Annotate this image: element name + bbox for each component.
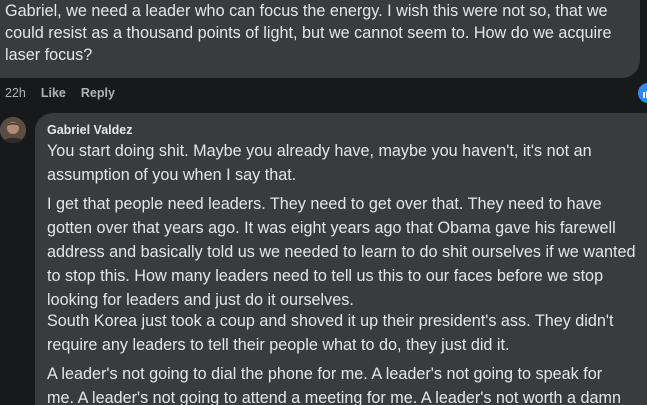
reply-author-name[interactable]: Gabriel Valdez (47, 123, 132, 137)
reply-paragraph: I get that people need leaders. They nee… (47, 195, 636, 309)
reply-paragraph: A leader's not going to dial the phone f… (47, 365, 621, 405)
reply-bubble: Gabriel Valdez You start doing shit. May… (35, 113, 647, 405)
reply-paragraph: South Korea just took a coup and shoved … (47, 312, 614, 354)
comment-actions: 22h Like Reply (5, 85, 130, 101)
avatar[interactable] (0, 117, 26, 143)
like-button[interactable]: Like (41, 86, 66, 100)
reply-button[interactable]: Reply (81, 86, 115, 100)
comment-bubble: Gabriel, we need a leader who can focus … (0, 0, 640, 78)
comment-timestamp[interactable]: 22h (5, 86, 26, 100)
comment-thread: Gabriel, we need a leader who can focus … (0, 0, 647, 405)
reply-paragraph: You start doing shit. Maybe you already … (47, 142, 592, 184)
reaction-badge[interactable] (636, 81, 647, 105)
comment-text: Gabriel, we need a leader who can focus … (5, 2, 612, 64)
